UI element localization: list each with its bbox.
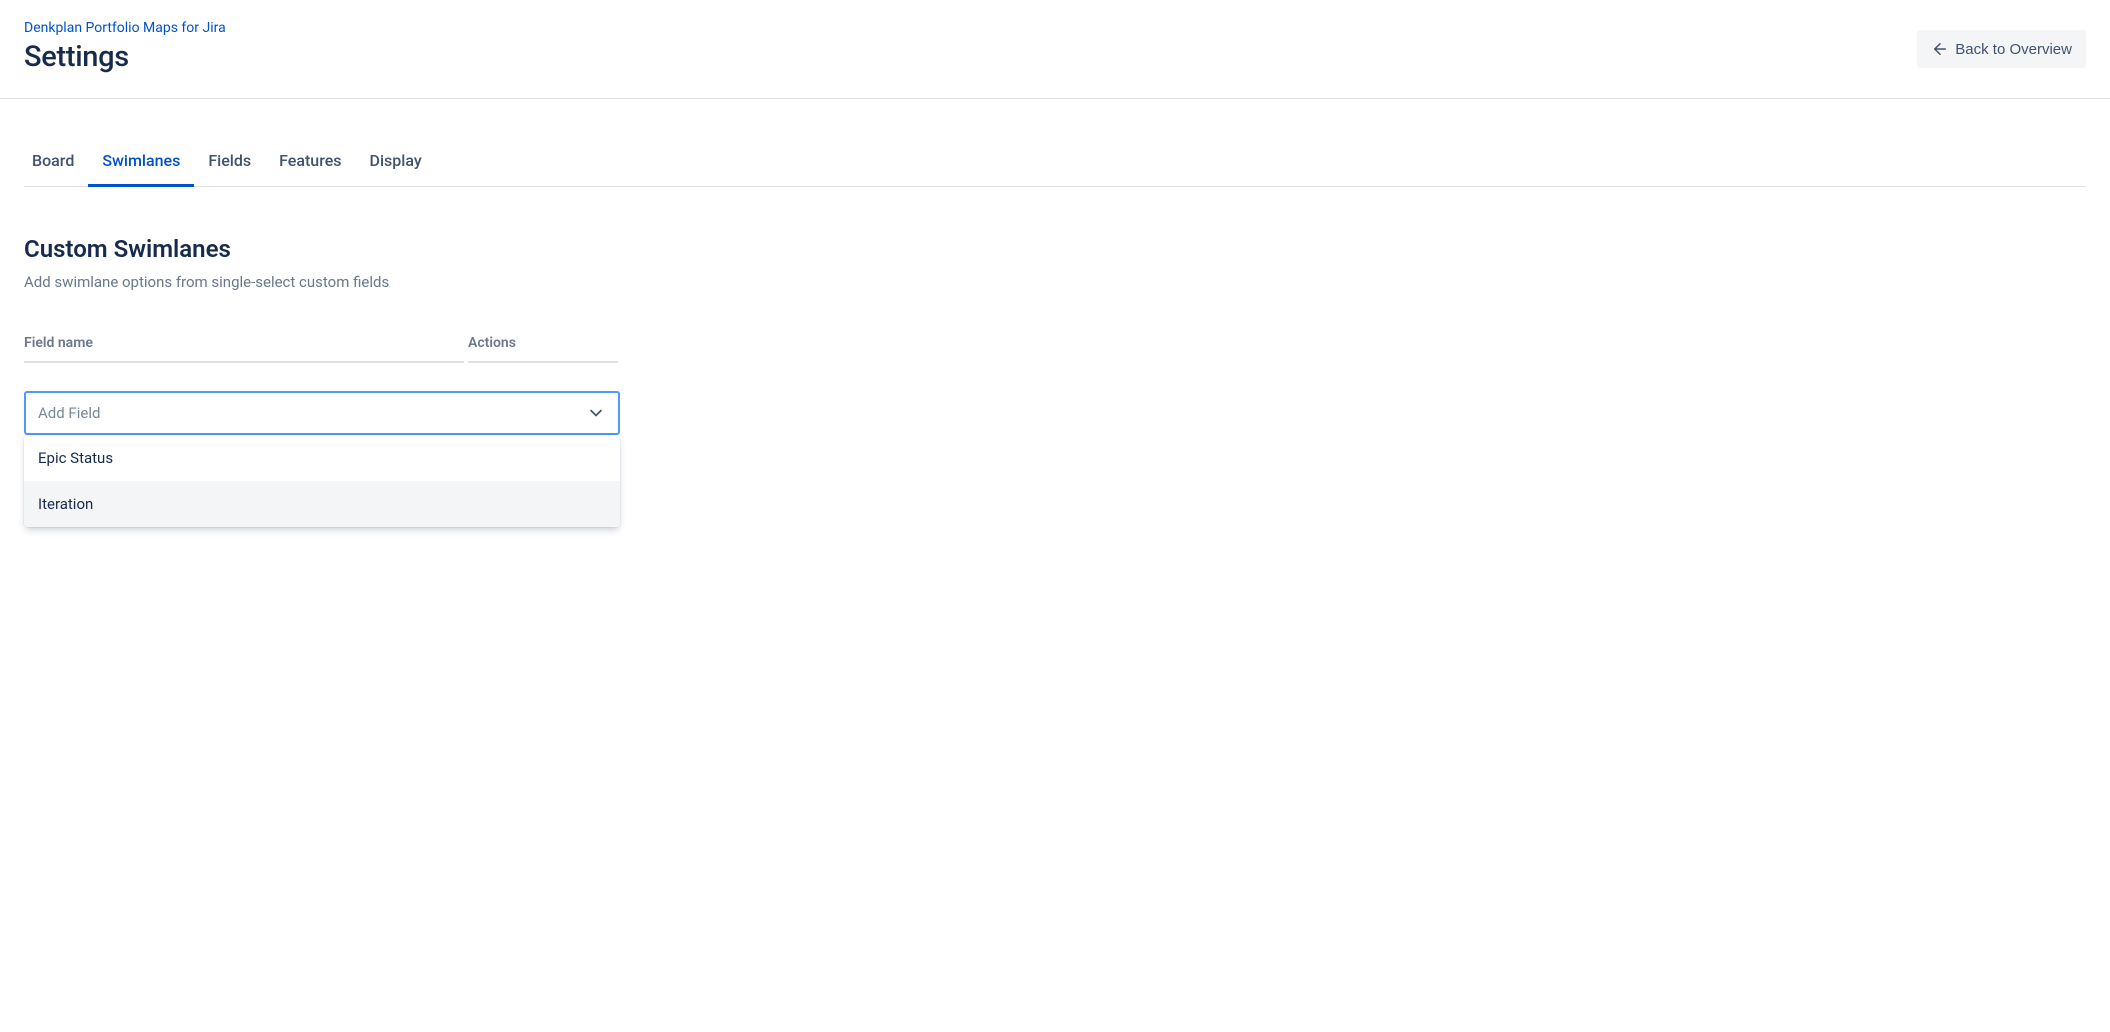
dropdown-option-epic-status[interactable]: Epic Status — [24, 435, 620, 481]
chevron-down-icon — [586, 403, 606, 423]
content-area: Board Swimlanes Fields Features Display … — [0, 139, 2110, 435]
add-field-select[interactable]: Add Field — [24, 391, 620, 435]
page-title: Settings — [24, 40, 226, 74]
header-left: Denkplan Portfolio Maps for Jira Setting… — [24, 20, 226, 74]
add-field-dropdown: Epic Status Iteration — [24, 435, 620, 527]
add-field-select-container: Add Field Epic Status Iteration — [24, 391, 620, 435]
arrow-left-icon — [1931, 40, 1949, 58]
breadcrumb-link[interactable]: Denkplan Portfolio Maps for Jira — [24, 20, 226, 36]
tab-fields[interactable]: Fields — [194, 139, 265, 187]
custom-swimlanes-section: Custom Swimlanes Add swimlane options fr… — [24, 235, 2086, 435]
tab-display[interactable]: Display — [356, 139, 436, 187]
tab-swimlanes[interactable]: Swimlanes — [88, 139, 194, 187]
back-to-overview-button[interactable]: Back to Overview — [1917, 30, 2086, 68]
tab-features[interactable]: Features — [265, 139, 355, 187]
column-header-actions: Actions — [468, 335, 618, 363]
column-header-field-name: Field name — [24, 335, 464, 363]
back-button-label: Back to Overview — [1955, 41, 2072, 58]
section-description: Add swimlane options from single-select … — [24, 273, 2086, 291]
page-header: Denkplan Portfolio Maps for Jira Setting… — [0, 0, 2110, 99]
dropdown-option-iteration[interactable]: Iteration — [24, 481, 620, 527]
table-header-row: Field name Actions — [24, 335, 2086, 363]
select-placeholder: Add Field — [38, 404, 100, 422]
tab-board[interactable]: Board — [24, 139, 88, 187]
tabs-bar: Board Swimlanes Fields Features Display — [24, 139, 2086, 187]
section-title: Custom Swimlanes — [24, 235, 2086, 263]
